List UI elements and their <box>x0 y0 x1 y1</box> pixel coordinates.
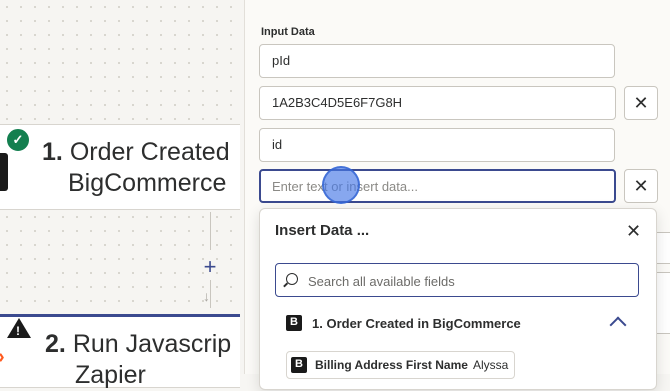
connector-line <box>210 280 211 308</box>
connector-line <box>210 212 211 250</box>
close-icon[interactable]: ✕ <box>626 221 641 242</box>
insert-data-title: Insert Data ... <box>275 222 370 239</box>
step-app-name: BigCommerce <box>68 169 227 197</box>
clear-value-button[interactable]: ✕ <box>624 86 658 120</box>
add-step-button[interactable]: + <box>199 256 221 278</box>
zap-canvas: 1. Order Created BigCommerce ✓ + ↓ 2. Ru… <box>0 0 244 389</box>
close-icon: ✕ <box>633 92 649 113</box>
bigcommerce-icon <box>0 153 8 191</box>
insert-data-dropdown: Insert Data ... ✕ 1. Order Created in Bi… <box>259 208 657 390</box>
step-card-order-created[interactable]: 1. Order Created BigCommerce <box>0 124 240 210</box>
close-icon: ✕ <box>633 175 649 196</box>
input-data-key-field[interactable]: pId <box>259 44 615 78</box>
click-cursor-indicator <box>322 166 360 204</box>
data-field-value: Alyssa <box>472 358 509 372</box>
input-data-label: Input Data <box>261 26 315 38</box>
arrow-down-icon: ↓ <box>203 288 210 304</box>
step-app-name: Zapier <box>75 361 146 389</box>
step-number: 1. <box>42 138 63 166</box>
check-icon: ✓ <box>5 127 31 153</box>
data-field-name: Billing Address First Name <box>315 358 468 372</box>
search-input[interactable] <box>306 264 630 298</box>
input-data-value-field[interactable] <box>259 169 616 203</box>
data-field-item[interactable]: Billing Address First Name Alyssa <box>286 351 516 379</box>
bigcommerce-icon <box>286 315 302 331</box>
search-icon <box>286 273 298 285</box>
warning-mark: ! <box>16 324 20 338</box>
step-title: Run Javascrip <box>72 330 232 358</box>
step-title: Order Created <box>69 138 230 166</box>
step-group-header[interactable]: 1. Order Created in BigCommerce <box>286 313 521 333</box>
step-number: 2. <box>45 330 66 358</box>
chevron-up-icon[interactable] <box>609 316 627 334</box>
step-config-panel: Input Data pId 1A2B3C4D5E6F7G8H ✕ id ✕ I… <box>244 0 670 390</box>
bigcommerce-icon <box>291 357 307 373</box>
step-card-run-javascript[interactable]: 2. Run Javascrip Zapier <box>0 314 240 389</box>
input-data-value-field[interactable]: 1A2B3C4D5E6F7G8H <box>259 86 616 120</box>
zapier-chevron-icon: › <box>0 346 5 369</box>
input-data-key-field[interactable]: id <box>259 128 615 162</box>
insert-data-search[interactable] <box>275 263 639 298</box>
clear-value-button[interactable]: ✕ <box>624 169 658 203</box>
step-group-label: 1. Order Created in BigCommerce <box>312 315 521 331</box>
